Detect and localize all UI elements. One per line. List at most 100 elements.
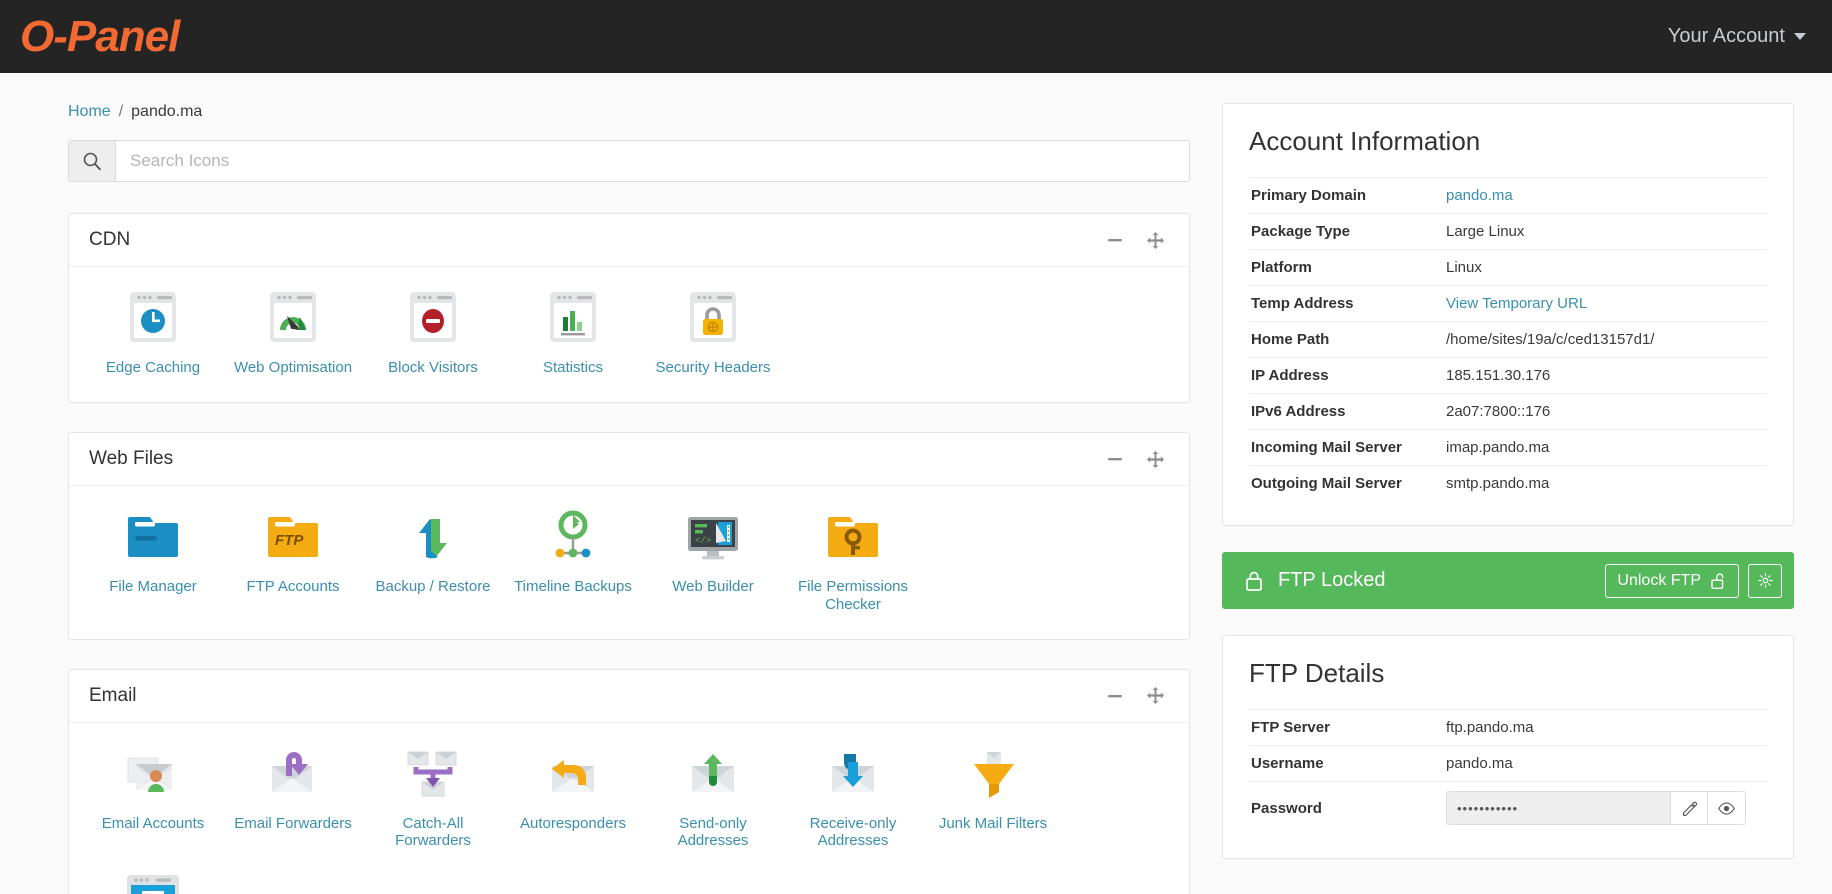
app-icon-ftp-accounts[interactable]: FTP FTP Accounts <box>223 503 363 625</box>
account-info-value-link[interactable]: pando.ma <box>1446 187 1513 204</box>
page-body: Home / pando.ma CDN Edge Caching Web Optim… <box>0 73 1832 894</box>
edit-password-button[interactable] <box>1670 791 1708 825</box>
account-info-key: Home Path <box>1251 331 1330 348</box>
app-icon-timeline-backups[interactable]: Timeline Backups <box>503 503 643 625</box>
search-bar <box>68 140 1190 182</box>
app-icon-junk-mail-filters[interactable]: Junk Mail Filters <box>923 740 1063 862</box>
app-icon-email-forwarders[interactable]: Email Forwarders <box>223 740 363 862</box>
account-info-value: 185.151.30.176 <box>1446 367 1551 384</box>
app-icon-block-visitors[interactable]: Block Visitors <box>363 284 503 388</box>
browser-gauge-icon <box>260 284 326 350</box>
account-info-value-cell: pando.ma <box>1444 178 1767 214</box>
move-icon[interactable] <box>1146 231 1165 250</box>
app-icon-label: Autoresponders <box>520 814 626 832</box>
account-info-key: Primary Domain <box>1251 187 1367 204</box>
password-row: Password ••••••••••• <box>1249 781 1767 835</box>
app-icon-backup-restore[interactable]: Backup / Restore <box>363 503 503 625</box>
account-info-key: Outgoing Mail Server <box>1251 475 1402 492</box>
ftp-details-title: FTP Details <box>1249 658 1385 688</box>
app-icon-label: Junk Mail Filters <box>938 814 1048 832</box>
funnel-icon <box>960 740 1026 806</box>
account-info-value-cell: 185.151.30.176 <box>1444 358 1767 394</box>
panel-header: Email <box>69 670 1189 723</box>
account-info-value: 2a07:7800::176 <box>1446 403 1551 420</box>
breadcrumb: Home / pando.ma <box>68 103 1190 121</box>
app-icon-web-optimisation[interactable]: Web Optimisation <box>223 284 363 388</box>
app-logo[interactable]: O-Panel <box>12 12 180 62</box>
breadcrumb-current: pando.ma <box>131 103 203 120</box>
account-info-value: /home/sites/19a/c/ced13157d1/ <box>1446 331 1655 348</box>
unlock-ftp-button[interactable]: Unlock FTP <box>1605 563 1739 598</box>
account-info-key: IPv6 Address <box>1251 403 1346 420</box>
move-icon[interactable] <box>1146 686 1165 705</box>
search-input[interactable] <box>116 141 1189 181</box>
minimize-icon[interactable] <box>1106 231 1124 249</box>
breadcrumb-home[interactable]: Home <box>68 103 111 121</box>
table-row: IPv6 Address 2a07:7800::176 <box>1249 393 1767 430</box>
app-icon-label: Send-only Addresses <box>677 814 749 849</box>
top-bar: O-Panel Your Account <box>0 0 1832 73</box>
app-icon-send-only-addresses[interactable]: Send-only Addresses <box>643 740 783 862</box>
envelope-purple-arrow-icon <box>260 740 326 806</box>
app-icon-file-permissions-checker[interactable]: File Permissions Checker <box>783 503 923 625</box>
password-input-group: ••••••••••• <box>1446 791 1746 825</box>
app-icon-security-headers[interactable]: Security Headers <box>643 284 783 388</box>
panel-header: CDN <box>69 214 1189 267</box>
app-icon-label: Backup / Restore <box>375 578 491 596</box>
panel-web-files: Web Files File Manager FTP FTP Accounts Back… <box>68 432 1190 640</box>
ftp-settings-button[interactable] <box>1748 563 1782 598</box>
minimize-icon[interactable] <box>1106 687 1124 705</box>
account-info-key: Package Type <box>1251 223 1350 240</box>
reveal-password-button[interactable] <box>1708 791 1746 825</box>
app-icon-label: Edge Caching <box>105 359 201 376</box>
search-button[interactable] <box>69 141 116 181</box>
app-icon-file-manager[interactable]: File Manager <box>83 503 223 625</box>
minimize-icon[interactable] <box>1106 450 1124 468</box>
app-icon-statistics[interactable]: Statistics <box>503 284 643 388</box>
panel-tools <box>1106 450 1165 469</box>
account-menu-label: Your Account <box>1667 25 1785 47</box>
panel-cdn: CDN Edge Caching Web Optimisation Block Vis… <box>68 213 1190 404</box>
right-column: Account Information Primary Domain pando.… <box>1222 73 1794 894</box>
envelope-user-icon <box>120 740 186 806</box>
panel-email: Email Email Accounts Email Forwarders Catch… <box>68 668 1190 894</box>
app-icon-autoresponders[interactable]: Autoresponders <box>503 740 643 862</box>
move-icon[interactable] <box>1146 450 1165 469</box>
content-area: Home / pando.ma CDN Edge Caching Web Optim… <box>0 73 1832 894</box>
padlock-open-icon <box>1711 573 1724 589</box>
account-information-title: Account Information <box>1249 126 1481 156</box>
app-icon-web-builder[interactable]: </> Web Builder <box>643 503 783 625</box>
app-icon-label: File Manager <box>109 578 197 596</box>
left-column: Home / pando.ma CDN Edge Caching Web Optim… <box>0 73 1190 894</box>
table-row: FTP Server ftp.pando.ma <box>1249 709 1767 746</box>
app-icon-label: Email Forwarders <box>234 814 352 832</box>
icon-grid: Email Accounts Email Forwarders Catch-All … <box>69 723 1189 894</box>
panel-title: CDN <box>89 229 131 250</box>
table-row: IP Address 185.151.30.176 <box>1249 357 1767 394</box>
app-icon-label: Timeline Backups <box>514 578 632 596</box>
app-icon-edge-caching[interactable]: Edge Caching <box>83 284 223 388</box>
password-field[interactable]: ••••••••••• <box>1446 791 1670 825</box>
app-icon-catch-all-forwarders[interactable]: Catch-All Forwarders <box>363 740 503 862</box>
panel-title: Web Files <box>89 448 174 470</box>
panel-list: CDN Edge Caching Web Optimisation Block Vis… <box>68 213 1190 894</box>
account-info-key: Platform <box>1251 259 1312 276</box>
gear-icon <box>1757 573 1773 588</box>
account-info-value-link[interactable]: View Temporary URL <box>1446 295 1587 312</box>
monitor-code-icon: </> <box>680 503 746 569</box>
ftp-status-label: FTP Locked <box>1278 569 1386 591</box>
account-info-value-cell: View Temporary URL <box>1444 286 1767 322</box>
account-info-key: Incoming Mail Server <box>1251 439 1402 456</box>
envelope-reply-arrow-icon <box>540 740 606 806</box>
key-folder-icon <box>820 503 886 569</box>
blue-folder-icon <box>120 503 186 569</box>
backup-arrows-icon <box>400 503 466 569</box>
app-icon-label: Statistics <box>542 359 603 376</box>
app-icon-receive-only-addresses[interactable]: Receive-only Addresses <box>783 740 923 862</box>
account-menu[interactable]: Your Account <box>1668 25 1806 48</box>
app-icon-webmail[interactable]: Webmail <box>83 861 223 894</box>
account-info-value-cell: 2a07:7800::176 <box>1444 394 1767 430</box>
table-row: Platform Linux <box>1249 249 1767 286</box>
app-icon-email-accounts[interactable]: Email Accounts <box>83 740 223 862</box>
account-info-value: Linux <box>1446 259 1482 276</box>
